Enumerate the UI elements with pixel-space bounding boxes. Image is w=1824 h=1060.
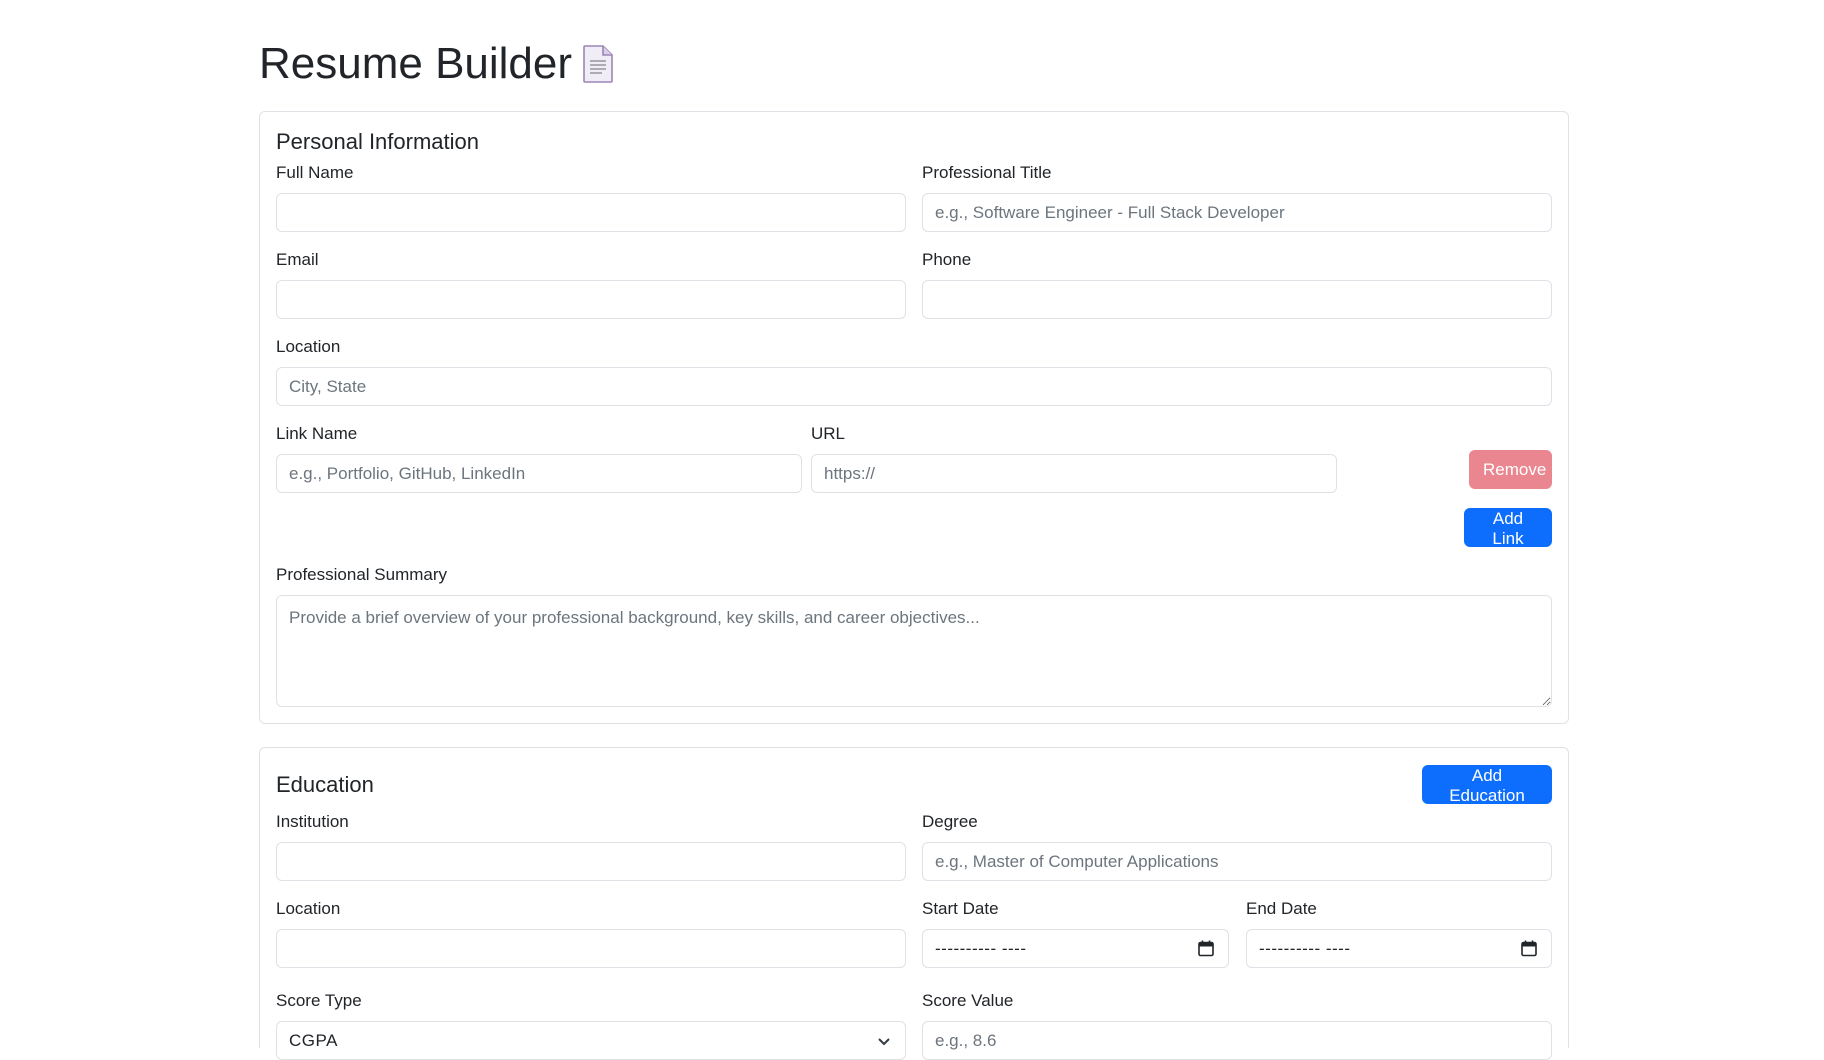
education-location-label: Location (276, 899, 341, 918)
full-name-input[interactable] (276, 193, 906, 232)
institution-label: Institution (276, 812, 349, 831)
education-location-input[interactable] (276, 929, 906, 968)
score-type-label: Score Type (276, 991, 362, 1010)
document-icon (582, 44, 614, 84)
personal-info-heading: Personal Information (276, 129, 479, 154)
degree-label: Degree (922, 812, 978, 831)
score-type-value: CGPA (289, 1031, 338, 1050)
chevron-down-icon (877, 1034, 891, 1052)
professional-summary-textarea[interactable] (276, 595, 1552, 707)
start-date-label: Start Date (922, 899, 999, 918)
education-heading: Education (276, 772, 374, 797)
score-value-input[interactable] (922, 1021, 1552, 1060)
degree-input[interactable] (922, 842, 1552, 881)
remove-link-button[interactable]: Remove (1469, 450, 1552, 489)
add-link-button[interactable]: Add Link (1464, 508, 1552, 548)
location-label: Location (276, 337, 341, 356)
professional-title-label: Professional Title (922, 163, 1052, 182)
url-label: URL (811, 424, 846, 443)
professional-title-input[interactable] (922, 193, 1552, 232)
end-date-input[interactable]: ---------- ---- (1246, 929, 1552, 968)
score-type-select[interactable]: CGPA (276, 1021, 906, 1060)
personal-info-card: Personal Information Full Name Professio… (259, 111, 1569, 724)
full-name-label: Full Name (276, 163, 354, 182)
phone-input[interactable] (922, 280, 1552, 319)
email-label: Email (276, 250, 319, 269)
professional-summary-label: Professional Summary (276, 565, 448, 584)
education-card: Education Add Education Institution Degr… (259, 747, 1569, 1060)
email-input[interactable] (276, 280, 906, 319)
calendar-icon[interactable] (1198, 940, 1214, 962)
add-education-button[interactable]: Add Education (1422, 765, 1552, 805)
phone-label: Phone (922, 250, 972, 269)
link-name-input[interactable] (276, 454, 802, 493)
link-name-label: Link Name (276, 424, 358, 443)
page-title: Resume Builder (259, 38, 614, 91)
calendar-icon[interactable] (1521, 940, 1537, 962)
page-title-text: Resume Builder (259, 39, 573, 88)
end-date-value: ---------- ---- (1259, 939, 1351, 958)
end-date-label: End Date (1246, 899, 1317, 918)
score-value-label: Score Value (922, 991, 1014, 1010)
start-date-input[interactable]: ---------- ---- (922, 929, 1229, 968)
institution-input[interactable] (276, 842, 906, 881)
location-input[interactable] (276, 367, 1552, 406)
start-date-value: ---------- ---- (935, 939, 1027, 958)
url-input[interactable] (811, 454, 1337, 493)
